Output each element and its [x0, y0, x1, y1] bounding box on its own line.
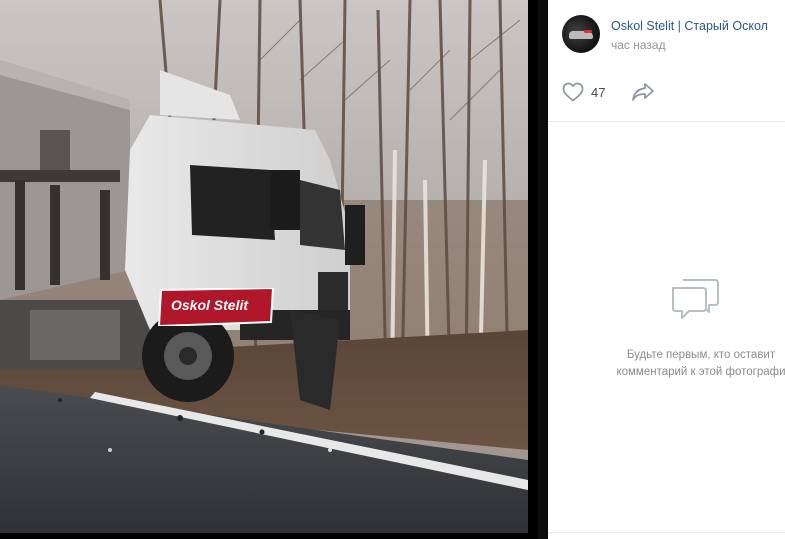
- post-actions: 47: [548, 66, 785, 122]
- post-time[interactable]: час назад: [611, 38, 666, 52]
- watermark-text: Oskol Stelit: [171, 297, 249, 313]
- watermark: Oskol Stelit: [157, 288, 275, 326]
- avatar-light-icon: [584, 30, 592, 33]
- photo-area[interactable]: Oskol Stelit: [0, 0, 538, 539]
- empty-comments-text: Будьте первым, кто оставит комментарий к…: [596, 347, 785, 381]
- heart-icon: [562, 82, 584, 102]
- comments-panel: Oskol Stelit | Старый Оскол час назад 47: [548, 0, 785, 539]
- photo[interactable]: [0, 0, 528, 533]
- like-button[interactable]: 47: [562, 82, 605, 102]
- comments-empty-state: Будьте первым, кто оставит комментарий к…: [548, 122, 785, 532]
- like-count: 47: [591, 84, 606, 100]
- avatar[interactable]: [562, 15, 600, 53]
- photo-viewer: Oskol Stelit Oskol Stelit | Старый Оскол…: [0, 0, 785, 539]
- empty-line-1: Будьте первым, кто оставит: [626, 349, 776, 361]
- author-link[interactable]: Oskol Stelit | Старый Оскол: [611, 19, 768, 33]
- divider: [548, 532, 785, 533]
- empty-line-2: комментарий к этой фотографи: [616, 366, 785, 378]
- comments-bubble-icon: [672, 279, 719, 319]
- share-button[interactable]: [631, 82, 655, 107]
- post-header: Oskol Stelit | Старый Оскол час назад: [548, 0, 785, 66]
- share-arrow-icon: [632, 83, 654, 101]
